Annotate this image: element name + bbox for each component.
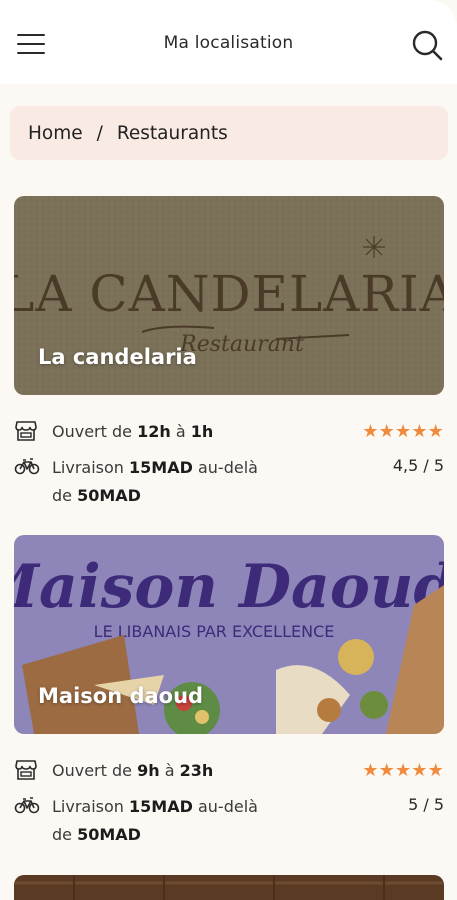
rating-value: 5 / 5 bbox=[408, 795, 444, 814]
svg-text:Restaurant: Restaurant bbox=[179, 332, 304, 357]
opening-from: 9h bbox=[137, 760, 160, 780]
delivery-beyond: au-delà bbox=[197, 457, 258, 477]
delivery-beyond: au-delà bbox=[197, 796, 258, 816]
rating-value: 4,5 / 5 bbox=[392, 456, 444, 475]
opening-hours-row: Ouvert de 12h à 1h bbox=[14, 420, 213, 442]
bicycle-icon bbox=[14, 456, 40, 478]
delivery-label: Livraison bbox=[52, 457, 124, 477]
delivery-of: de bbox=[52, 825, 72, 844]
opening-sep: à bbox=[175, 421, 186, 441]
delivery-fee: 15MAD bbox=[129, 796, 193, 816]
delivery-min: 50MAD bbox=[77, 825, 141, 844]
opening-label: Ouvert de bbox=[52, 421, 132, 441]
restaurant-card[interactable]: Maison Daoud LE LIBANAIS PAR EXCELLENCE … bbox=[14, 535, 444, 855]
restaurant-image[interactable]: LA CANDELARIA Restaurant La candelaria bbox=[14, 196, 444, 395]
opening-to: 23h bbox=[179, 760, 214, 780]
restaurant-image-partial bbox=[14, 875, 444, 900]
svg-text:LA CANDELARIA: LA CANDELARIA bbox=[14, 265, 444, 323]
restaurant-name[interactable]: Maison daoud bbox=[38, 684, 203, 708]
delivery-minimum: de 50MAD bbox=[52, 825, 141, 844]
search-icon[interactable] bbox=[410, 28, 444, 62]
store-icon bbox=[14, 420, 40, 442]
opening-hours-row: Ouvert de 9h à 23h bbox=[14, 759, 213, 781]
restaurant-image[interactable]: Maison Daoud LE LIBANAIS PAR EXCELLENCE … bbox=[14, 535, 444, 734]
svg-text:Maison Daoud: Maison Daoud bbox=[14, 552, 444, 622]
star-icons: ★★★★★ bbox=[362, 423, 444, 441]
opening-label: Ouvert de bbox=[52, 760, 132, 780]
delivery-fee: 15MAD bbox=[129, 457, 193, 477]
breadcrumb-separator: / bbox=[96, 122, 103, 144]
breadcrumb-current: Restaurants bbox=[116, 122, 228, 144]
store-icon bbox=[14, 759, 40, 781]
delivery-of: de bbox=[52, 486, 72, 505]
delivery-row: Livraison 15MAD au-delà bbox=[14, 456, 258, 478]
delivery-min: 50MAD bbox=[77, 486, 141, 505]
rating-stars: ★★★★★ bbox=[352, 762, 444, 780]
star-icons: ★★★★★ bbox=[362, 762, 444, 780]
delivery-label: Livraison bbox=[52, 796, 124, 816]
top-app-bar: Ma localisation bbox=[0, 0, 457, 84]
rating-stars: ★★★★★ bbox=[361, 423, 444, 441]
svg-text:LE LIBANAIS PAR EXCELLENCE: LE LIBANAIS PAR EXCELLENCE bbox=[94, 622, 335, 641]
opening-to: 1h bbox=[190, 421, 214, 441]
delivery-row: Livraison 15MAD au-delà bbox=[14, 795, 258, 817]
breadcrumb-home-link[interactable]: Home bbox=[28, 123, 83, 144]
opening-from: 12h bbox=[137, 421, 171, 441]
restaurant-card[interactable]: LA CANDELARIA Restaurant La candelaria O… bbox=[14, 196, 444, 516]
restaurant-card-partial[interactable] bbox=[14, 875, 444, 900]
breadcrumb: Home / Restaurants bbox=[10, 106, 448, 160]
location-title[interactable]: Ma localisation bbox=[0, 33, 457, 53]
bicycle-icon bbox=[14, 795, 40, 817]
delivery-minimum: de 50MAD bbox=[52, 486, 141, 505]
restaurant-name[interactable]: La candelaria bbox=[38, 345, 197, 369]
opening-sep: à bbox=[164, 760, 175, 780]
